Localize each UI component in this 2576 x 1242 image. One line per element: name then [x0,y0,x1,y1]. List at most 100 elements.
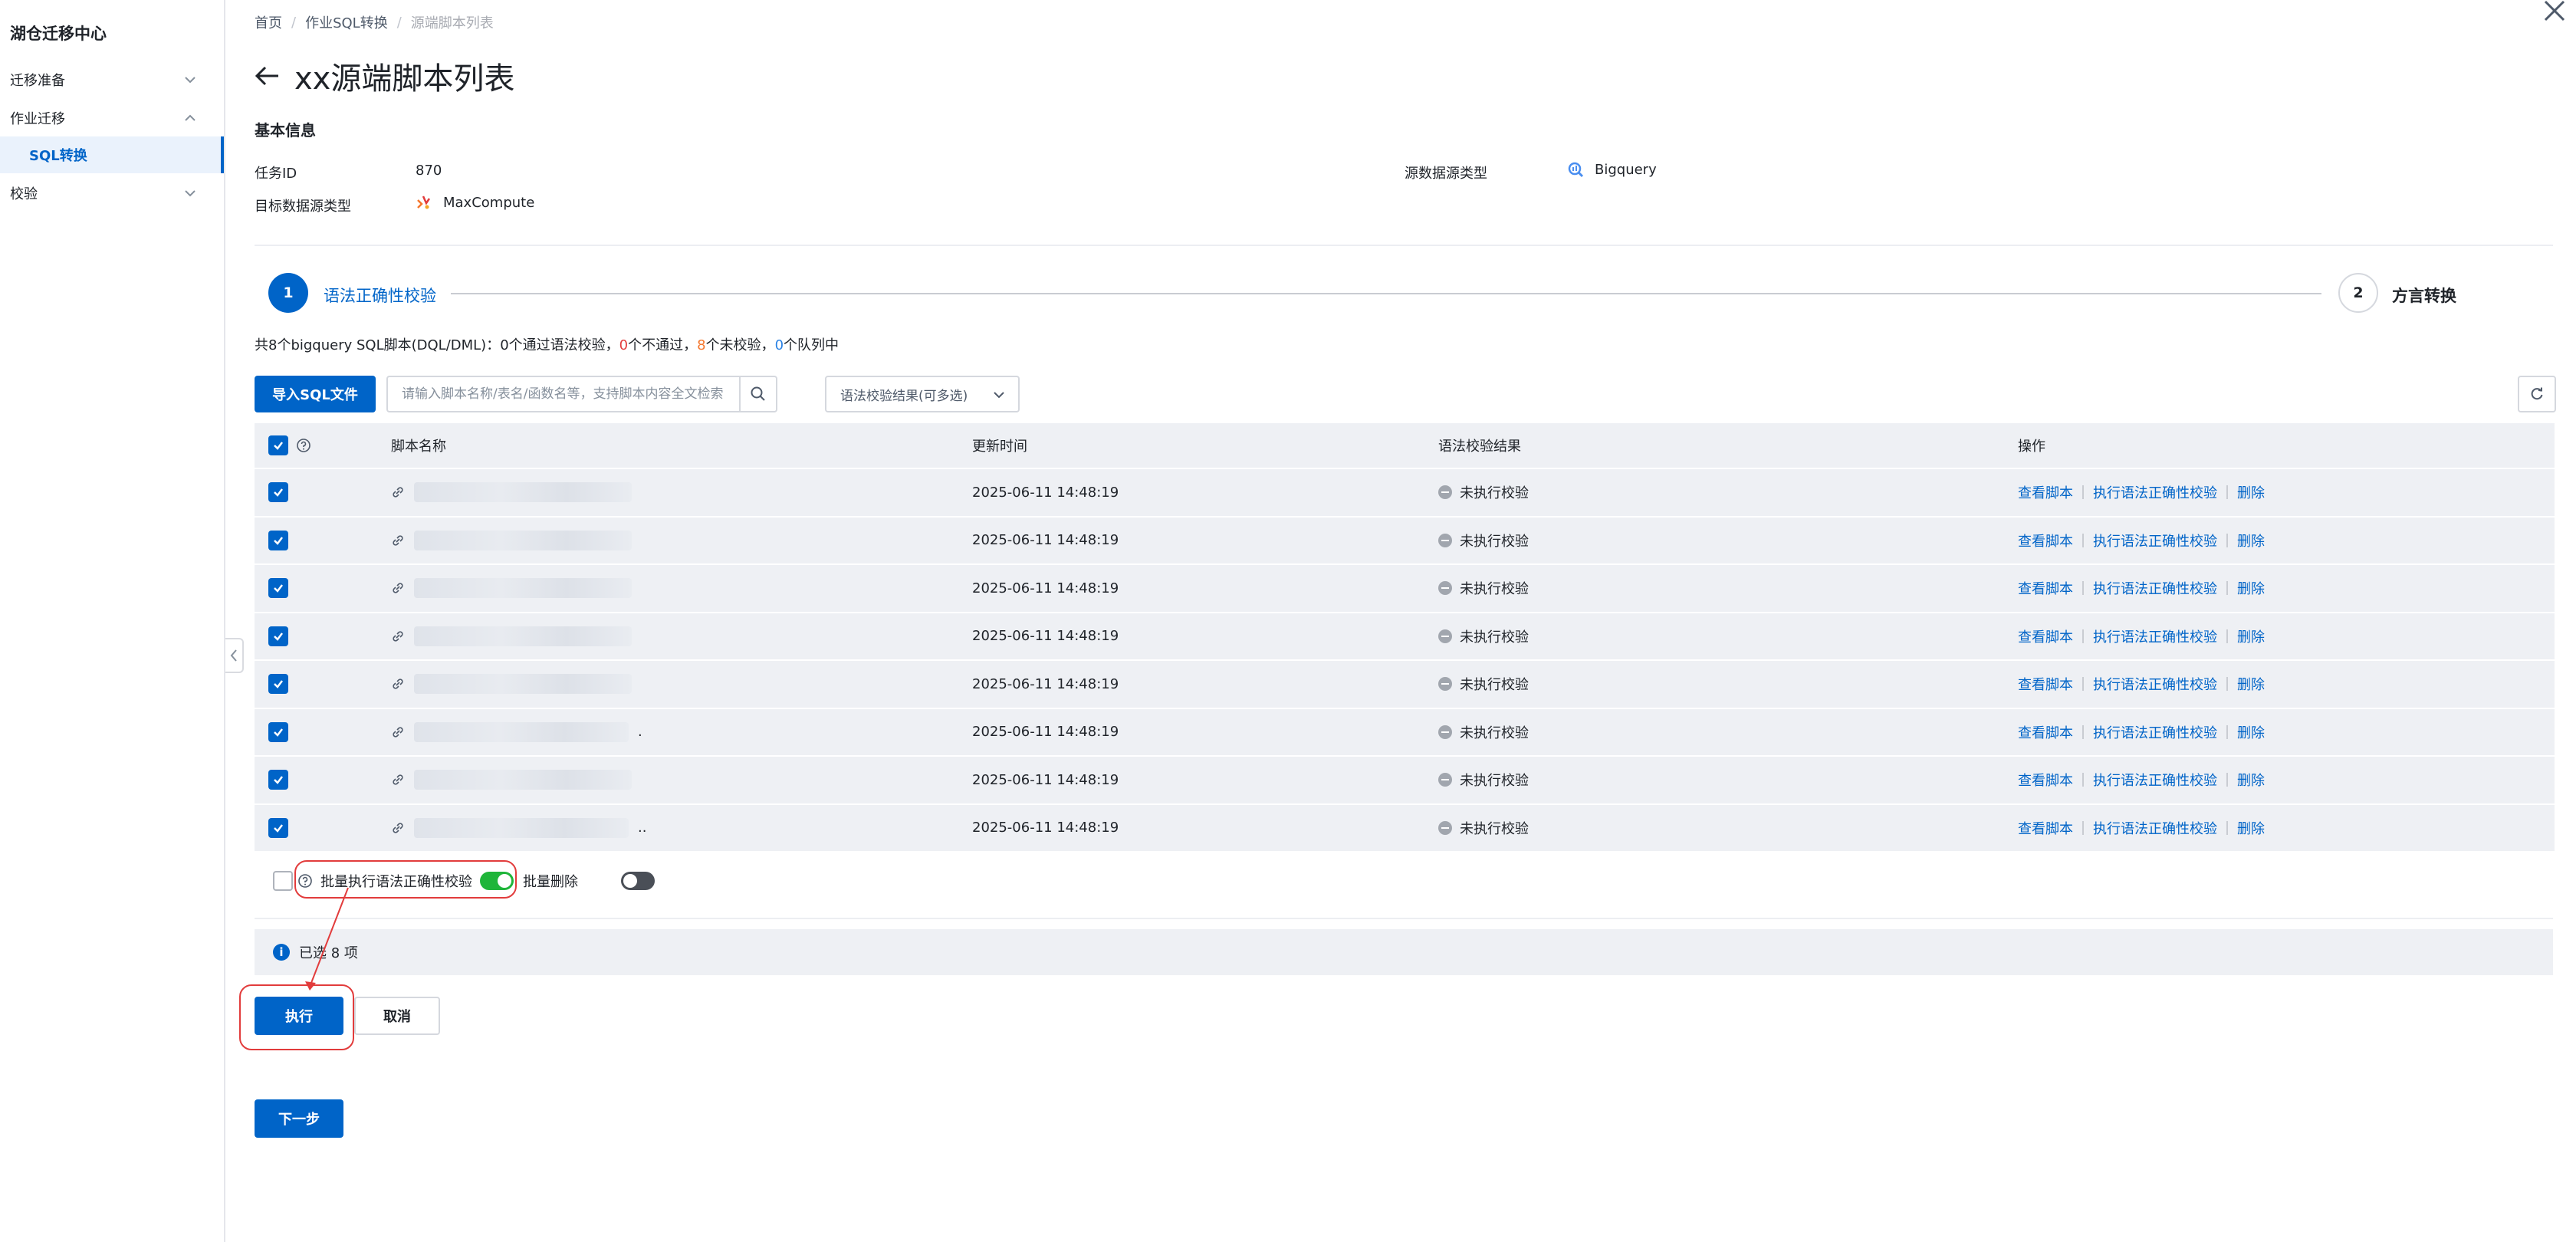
cancel-button[interactable]: 取消 [354,997,440,1035]
table-row: 2025-06-11 14:48:19 未执行校验 查看脚本 执行语法正确性校验… [255,515,2555,564]
sidebar-item-migration-prep[interactable]: 迁移准备 [0,61,224,98]
delete-link[interactable]: 删除 [2237,818,2265,838]
help-icon[interactable] [296,438,311,453]
run-check-link[interactable]: 执行语法正确性校验 [2093,626,2217,646]
sidebar-item-sql-convert[interactable]: SQL转换 [0,136,224,173]
step-1-label[interactable]: 语法正确性校验 [324,284,436,307]
table-body: 2025-06-11 14:48:19 未执行校验 查看脚本 执行语法正确性校验… [255,468,2555,851]
check-result-text: 未执行校验 [1460,581,1529,598]
view-script-link[interactable]: 查看脚本 [2018,770,2073,790]
script-name-cell[interactable] [391,757,641,803]
delete-link[interactable]: 删除 [2237,674,2265,694]
delete-link[interactable]: 删除 [2237,770,2265,790]
run-check-link[interactable]: 执行语法正确性校验 [2093,770,2217,790]
summary-text: 个通过语法校验， [508,337,619,353]
delete-link[interactable]: 删除 [2237,531,2265,550]
run-check-link[interactable]: 执行语法正确性校验 [2093,674,2217,694]
search-button[interactable] [739,377,776,411]
run-check-link[interactable]: 执行语法正确性校验 [2093,818,2217,838]
script-name-cell[interactable] [391,613,641,660]
script-summary: 共8个bigquery SQL脚本(DQL/DML)：0个通过语法校验，0个不通… [255,334,839,354]
row-checkbox[interactable] [268,530,288,550]
back-arrow-icon[interactable] [255,64,281,87]
import-sql-button[interactable]: 导入SQL文件 [255,376,376,412]
main-content: 首页 / 作业SQL转换 / 源端脚本列表 xx源端脚本列表 基本信息 任务ID… [225,0,2576,1242]
view-script-link[interactable]: 查看脚本 [2018,482,2073,502]
target-type-label: 目标数据源类型 [255,199,351,215]
ops-cell: 查看脚本 执行语法正确性校验 删除 [2018,709,2265,756]
select-all-checkbox[interactable] [268,435,288,455]
select-all-cell [268,423,311,468]
row-checkbox[interactable] [268,674,288,695]
redacted-script-name [414,482,632,503]
section-title-basic-info: 基本信息 [255,121,316,140]
script-name-cell[interactable] [391,565,641,612]
bigquery-icon [1568,162,1584,178]
row-select-cell [268,613,288,660]
delete-link[interactable]: 删除 [2237,722,2265,742]
check-result-filter-select[interactable]: 语法校验结果(可多选) [825,376,1020,412]
updated-time-cell: 2025-06-11 14:48:19 [972,820,1119,836]
row-checkbox[interactable] [268,578,288,599]
script-name-cell[interactable] [391,661,641,708]
view-script-link[interactable]: 查看脚本 [2018,722,2073,742]
step-2-label[interactable]: 方言转换 [2392,284,2456,307]
breadcrumb-home[interactable]: 首页 [255,12,282,32]
row-checkbox[interactable] [268,721,288,742]
summary-text: 个队列中 [784,337,840,353]
sidebar: 湖仓迁移中心 迁移准备 作业迁移 SQL转换 校验 [0,0,225,1242]
check-result-cell: 未执行校验 [1438,613,1529,660]
delete-link[interactable]: 删除 [2237,578,2265,598]
check-icon [274,824,283,833]
batch-select-checkbox[interactable] [273,871,293,891]
view-script-link[interactable]: 查看脚本 [2018,818,2073,838]
search-input[interactable] [388,377,739,411]
chevron-down-icon [994,392,1004,399]
check-icon [274,488,283,498]
run-check-link[interactable]: 执行语法正确性校验 [2093,531,2217,550]
run-check-link[interactable]: 执行语法正确性校验 [2093,578,2217,598]
check-result-cell: 未执行校验 [1438,565,1529,612]
op-separator [2226,820,2228,835]
refresh-button[interactable] [2518,376,2556,412]
row-checkbox[interactable] [268,770,288,790]
script-name-cell[interactable]: .. [391,805,646,852]
op-separator [2082,724,2084,739]
task-id-label: 任务ID [255,166,297,182]
run-check-link[interactable]: 执行语法正确性校验 [2093,722,2217,742]
run-check-link[interactable]: 执行语法正确性校验 [2093,482,2217,502]
next-step-button[interactable]: 下一步 [255,1099,343,1138]
execute-button[interactable]: 执行 [255,997,343,1035]
row-select-cell [268,805,288,852]
sidebar-item-job-migration[interactable]: 作业迁移 [0,100,224,136]
status-not-run-icon [1438,724,1452,739]
table-row: .. 2025-06-11 14:48:19 未执行校验 查看脚本 执行语法正确… [255,803,2555,852]
script-name-cell[interactable]: . [391,709,642,756]
view-script-link[interactable]: 查看脚本 [2018,674,2073,694]
script-name-cell[interactable] [391,469,641,516]
view-script-link[interactable]: 查看脚本 [2018,531,2073,550]
chevron-down-icon [185,77,196,84]
step-2-circle[interactable]: 2 [2338,273,2378,313]
source-type-label: 源数据源类型 [1405,166,1487,182]
op-separator [2226,773,2228,787]
view-script-link[interactable]: 查看脚本 [2018,578,2073,598]
row-checkbox[interactable] [268,817,288,838]
close-icon[interactable] [2533,0,2576,31]
row-checkbox[interactable] [268,626,288,646]
sidebar-item-validation[interactable]: 校验 [0,175,224,212]
script-name-cell[interactable] [391,518,641,564]
link-icon [393,631,403,642]
ops-cell: 查看脚本 执行语法正确性校验 删除 [2018,469,2265,516]
batch-delete-toggle[interactable] [621,872,656,890]
divider [255,918,2553,919]
breadcrumb-parent[interactable]: 作业SQL转换 [305,12,388,32]
delete-link[interactable]: 删除 [2237,626,2265,646]
updated-time-cell: 2025-06-11 14:48:19 [972,724,1119,741]
row-select-cell [268,709,288,756]
row-checkbox[interactable] [268,482,288,503]
check-icon [274,537,283,545]
delete-link[interactable]: 删除 [2237,482,2265,502]
view-script-link[interactable]: 查看脚本 [2018,626,2073,646]
step-1-circle[interactable]: 1 [268,273,308,313]
